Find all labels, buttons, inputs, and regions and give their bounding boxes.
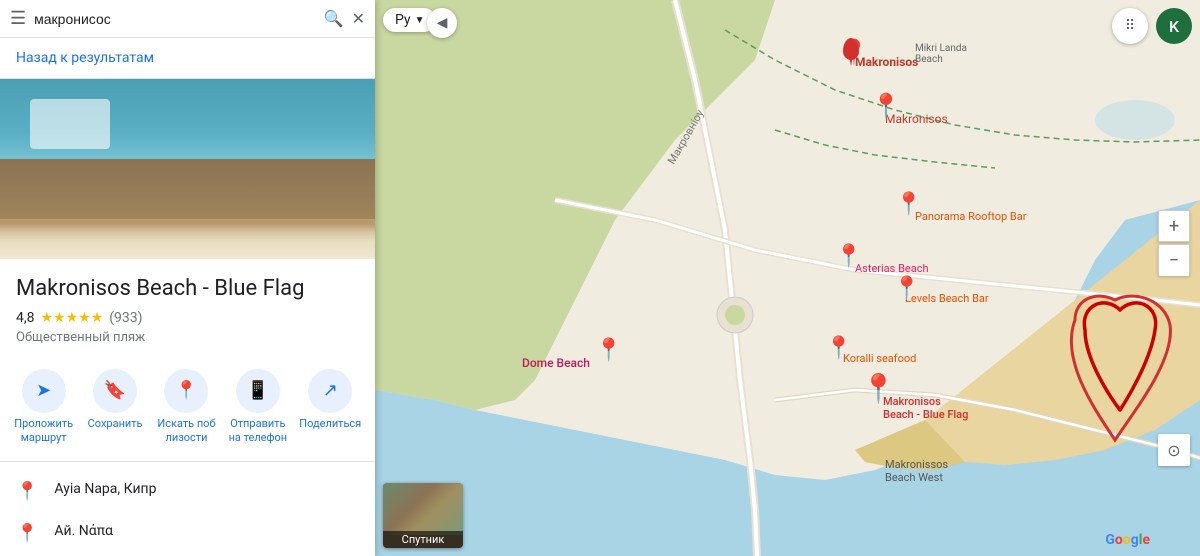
search-input[interactable] <box>34 11 316 27</box>
rating-row: 4,8 ★★★★★ (933) <box>16 310 359 326</box>
send-phone-button[interactable]: 📱 Отправитьна телефон <box>228 369 288 446</box>
review-count: (933) <box>109 310 142 326</box>
map-background <box>375 0 1200 556</box>
route-icon-circle: ➤ <box>22 369 66 413</box>
pin-makronisos-top[interactable]: 📍 <box>839 38 869 66</box>
zoom-in-button[interactable]: + <box>1158 210 1190 242</box>
location-icon-1: 📍 <box>16 481 38 502</box>
pin-orange-icon: 📍 <box>895 192 922 217</box>
dropdown-arrow-icon: ▼ <box>415 15 425 26</box>
search-bar: ☰ 🔍 ✕ <box>0 0 375 38</box>
satellite-image <box>383 483 463 535</box>
back-arrow-icon: ◀ <box>437 15 448 31</box>
send-icon-circle: 📱 <box>236 369 280 413</box>
pin-makronisos-2[interactable]: 📍 <box>871 92 901 120</box>
route-label: Проложитьмаршрут <box>14 417 73 446</box>
search-icon[interactable]: 🔍 <box>324 9 344 28</box>
save-icon-circle: 🔖 <box>93 369 137 413</box>
place-type: Общественный пляж <box>16 330 359 345</box>
place-name: Makronisos Beach - Blue Flag <box>16 275 359 304</box>
pin-red-icon: 📍 <box>839 38 869 66</box>
back-link[interactable]: Назад к результатам <box>0 38 375 79</box>
share-button[interactable]: ↗ Поделиться <box>299 369 361 446</box>
pin-red-icon-2: 📍 <box>871 92 901 120</box>
save-label: Сохранить <box>88 417 143 431</box>
location-icon-2: 📍 <box>16 523 38 544</box>
save-button[interactable]: 🔖 Сохранить <box>85 369 145 446</box>
map-back-button[interactable]: ◀ <box>427 8 457 38</box>
share-icon-circle: ↗ <box>308 369 352 413</box>
address2-text: Ай. Νάπα <box>54 522 113 542</box>
pin-orange-icon-2: 📍 <box>893 276 920 301</box>
my-location-button[interactable]: ⊙ <box>1158 434 1190 466</box>
hamburger-icon[interactable]: ☰ <box>10 8 26 29</box>
place-info: Makronisos Beach - Blue Flag 4,8 ★★★★★ (… <box>0 259 375 353</box>
location-arrow-icon: ⊙ <box>1167 441 1180 460</box>
pin-asterias[interactable]: 📍 <box>835 244 862 269</box>
map-zoom-controls: + − <box>1158 210 1190 276</box>
grid-icon: ⠿ <box>1125 18 1135 34</box>
address1-text: Ayia Napa, Кипр <box>54 480 156 500</box>
language-label: Ру <box>395 12 411 28</box>
send-label: Отправитьна телефон <box>229 417 288 446</box>
zoom-out-button[interactable]: − <box>1158 244 1190 276</box>
user-avatar[interactable]: K <box>1156 8 1192 44</box>
info-rows: 📍 Ayia Napa, Кипр 📍 Ай. Νάπα XXM4+54 Айя… <box>0 462 375 556</box>
pin-levels[interactable]: 📍 <box>893 276 920 301</box>
pin-panorama[interactable]: 📍 <box>895 192 922 217</box>
rating-number: 4,8 <box>16 310 35 326</box>
pin-pink-icon-2: 📍 <box>595 338 622 363</box>
pin-pink-icon: 📍 <box>835 244 862 269</box>
satellite-label: Спутник <box>383 531 463 548</box>
apps-grid-button[interactable]: ⠿ <box>1112 8 1148 44</box>
nearby-button[interactable]: 📍 Искать поблизости <box>156 369 216 446</box>
pin-koralli[interactable]: 📍 <box>825 336 852 361</box>
place-photo <box>0 79 375 259</box>
pin-main-icon: 📍 <box>861 372 896 405</box>
star-rating: ★★★★★ <box>41 310 104 326</box>
close-icon[interactable]: ✕ <box>352 9 365 28</box>
user-initial: K <box>1169 17 1179 36</box>
top-right-bar: ⠿ K <box>1112 8 1192 44</box>
address1-row: 📍 Ayia Napa, Кипр <box>0 470 375 512</box>
route-button[interactable]: ➤ Проложитьмаршрут <box>14 369 74 446</box>
nearby-icon-circle: 📍 <box>164 369 208 413</box>
nearby-label: Искать поблизости <box>157 417 215 446</box>
google-logo: Google <box>1105 532 1150 548</box>
satellite-thumbnail[interactable]: Спутник <box>383 483 463 548</box>
address2-row: 📍 Ай. Νάπα <box>0 512 375 554</box>
left-panel: ☰ 🔍 ✕ Назад к результатам Makronisos Bea… <box>0 0 375 556</box>
share-label: Поделиться <box>299 417 361 431</box>
pin-orange-icon-3: 📍 <box>825 336 852 361</box>
map-area[interactable]: Makronisos Mikri LandaBeach Makronisos P… <box>375 0 1200 556</box>
pin-makronisos-main[interactable]: 📍 <box>861 372 896 405</box>
action-buttons: ➤ Проложитьмаршрут 🔖 Сохранить 📍 Искать … <box>0 353 375 463</box>
pin-dome-beach[interactable]: 📍 <box>595 338 622 363</box>
